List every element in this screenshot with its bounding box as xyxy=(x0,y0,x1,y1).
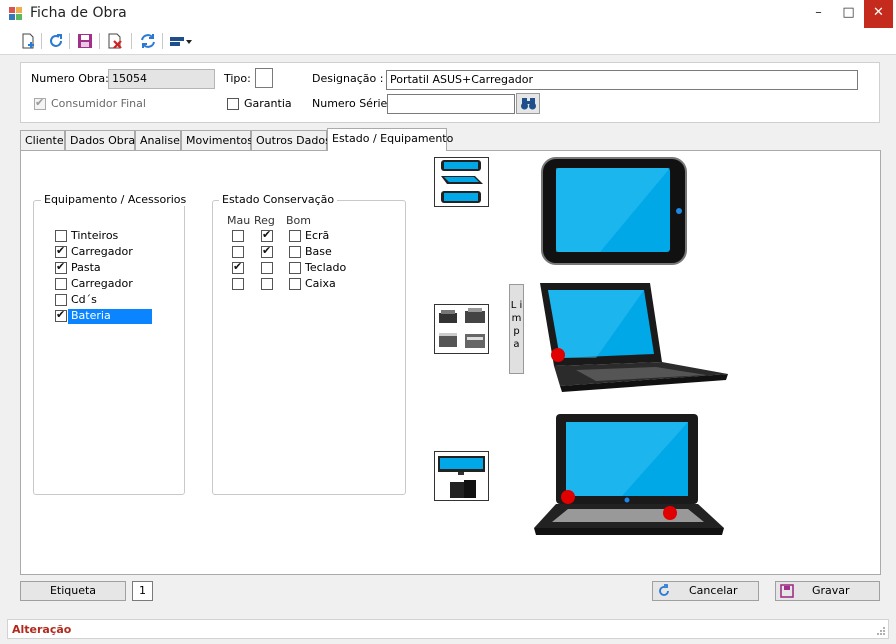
new-icon[interactable] xyxy=(18,31,38,51)
tab-estado-equipamento[interactable]: Estado / Equipamento xyxy=(327,128,453,151)
tablet-thumbnail[interactable] xyxy=(434,157,489,207)
tinteiros-checkbox[interactable] xyxy=(55,230,67,242)
pasta-checkbox[interactable] xyxy=(55,260,67,274)
col-mau: Mau xyxy=(227,214,251,227)
consumidor-final-checkbox[interactable] xyxy=(34,96,46,110)
tab-cliente[interactable]: Cliente xyxy=(20,130,65,150)
layout-dropdown-icon[interactable] xyxy=(168,31,194,51)
toolbar-separator xyxy=(131,33,132,49)
teclado-reg-checkbox[interactable] xyxy=(261,262,273,274)
damage-marker[interactable] xyxy=(561,490,575,504)
ecra-mau-checkbox[interactable] xyxy=(232,230,244,242)
sync-icon[interactable] xyxy=(138,31,158,51)
numero-serie-field[interactable] xyxy=(387,94,515,114)
base-reg-checkbox[interactable] xyxy=(261,244,273,258)
resize-grip-icon[interactable] xyxy=(876,626,886,636)
conservacao-group-title: Estado Conservação xyxy=(219,193,338,206)
carregador-2-label: Carregador xyxy=(71,277,133,290)
numero-obra-label: Numero Obra: xyxy=(31,72,109,85)
minimize-button[interactable]: – xyxy=(804,0,833,28)
tab-dados-obra[interactable]: Dados Obra xyxy=(65,130,135,150)
title-bar: Ficha de Obra – □ ✕ xyxy=(0,0,896,28)
ecra-reg-checkbox[interactable] xyxy=(261,228,273,242)
delete-icon[interactable] xyxy=(105,31,125,51)
tinteiros-label: Tinteiros xyxy=(71,229,119,242)
toolbar-separator xyxy=(162,33,163,49)
toolbar xyxy=(0,28,896,55)
col-reg: Reg xyxy=(254,214,275,227)
col-bom: Bom xyxy=(286,214,311,227)
close-button[interactable]: ✕ xyxy=(864,0,893,28)
numero-serie-label: Numero Série: xyxy=(312,97,391,110)
toolbar-separator xyxy=(69,33,70,49)
window-title: Ficha de Obra xyxy=(30,5,127,21)
save-icon[interactable] xyxy=(75,31,95,51)
consumidor-final-label: Consumidor Final xyxy=(51,97,146,110)
tab-analise[interactable]: Analise xyxy=(135,130,181,150)
base-label: Base xyxy=(305,245,332,258)
damage-marker[interactable] xyxy=(663,506,677,520)
bateria-checkbox[interactable] xyxy=(55,308,67,322)
base-bom-checkbox[interactable] xyxy=(289,246,301,258)
ecra-label: Ecrã xyxy=(305,229,330,242)
gravar-label: Gravar xyxy=(812,584,850,597)
teclado-bom-checkbox[interactable] xyxy=(289,262,301,274)
refresh-icon[interactable] xyxy=(46,31,66,51)
base-mau-checkbox[interactable] xyxy=(232,246,244,258)
caixa-mau-checkbox[interactable] xyxy=(232,278,244,290)
carregador-label: Carregador xyxy=(71,245,133,258)
status-text: Alteração xyxy=(12,623,72,636)
tipo-label: Tipo: xyxy=(224,72,251,85)
limpa-button[interactable]: L i m p a xyxy=(509,284,524,374)
copies-field[interactable]: 1 xyxy=(132,581,153,601)
binoculars-icon xyxy=(521,98,536,110)
gravar-button[interactable]: Gravar xyxy=(775,581,880,601)
tablet-views-icon xyxy=(441,160,483,203)
caixa-reg-checkbox[interactable] xyxy=(261,278,273,290)
cds-checkbox[interactable] xyxy=(55,294,67,306)
printer-thumbnail[interactable] xyxy=(434,304,489,354)
numero-obra-field: 15054 xyxy=(108,69,215,89)
undo-icon xyxy=(659,584,669,596)
laptop-front-image xyxy=(534,414,724,535)
cancelar-button[interactable]: Cancelar xyxy=(652,581,759,601)
designacao-field[interactable]: Portatil ASUS+Carregador xyxy=(386,70,858,90)
tipo-field[interactable] xyxy=(255,68,273,88)
printer-views-icon xyxy=(439,308,485,348)
caixa-label: Caixa xyxy=(305,277,336,290)
app-icon xyxy=(9,7,22,20)
carregador-2-checkbox[interactable] xyxy=(55,278,67,290)
garantia-checkbox[interactable] xyxy=(227,98,239,110)
bateria-label: Bateria xyxy=(68,309,152,324)
pasta-label: Pasta xyxy=(71,261,101,274)
desktop-views-icon xyxy=(438,456,485,498)
status-bar: Alteração xyxy=(7,619,889,639)
damage-marker[interactable] xyxy=(551,348,565,362)
tab-movimentos[interactable]: Movimentos xyxy=(181,130,253,150)
save-icon xyxy=(780,584,794,598)
teclado-mau-checkbox[interactable] xyxy=(232,260,244,274)
caixa-bom-checkbox[interactable] xyxy=(289,278,301,290)
search-serial-button[interactable] xyxy=(516,93,540,114)
maximize-button[interactable]: □ xyxy=(834,0,863,28)
tablet-image xyxy=(541,157,687,265)
carregador-checkbox[interactable] xyxy=(55,244,67,258)
etiqueta-button[interactable]: Etiqueta xyxy=(20,581,126,601)
tab-outros-dados[interactable]: Outros Dados xyxy=(251,130,331,150)
toolbar-separator xyxy=(41,33,42,49)
cds-label: Cd´s xyxy=(71,293,97,306)
toolbar-separator xyxy=(99,33,100,49)
designacao-label: Designação : xyxy=(312,72,384,85)
equipamento-group-title: Equipamento / Acessorios xyxy=(41,193,190,206)
teclado-label: Teclado xyxy=(305,261,347,274)
garantia-label: Garantia xyxy=(244,97,292,110)
ecra-bom-checkbox[interactable] xyxy=(289,230,301,242)
laptop-open-image xyxy=(540,283,728,392)
cancelar-label: Cancelar xyxy=(689,584,738,597)
desktop-thumbnail[interactable] xyxy=(434,451,489,501)
